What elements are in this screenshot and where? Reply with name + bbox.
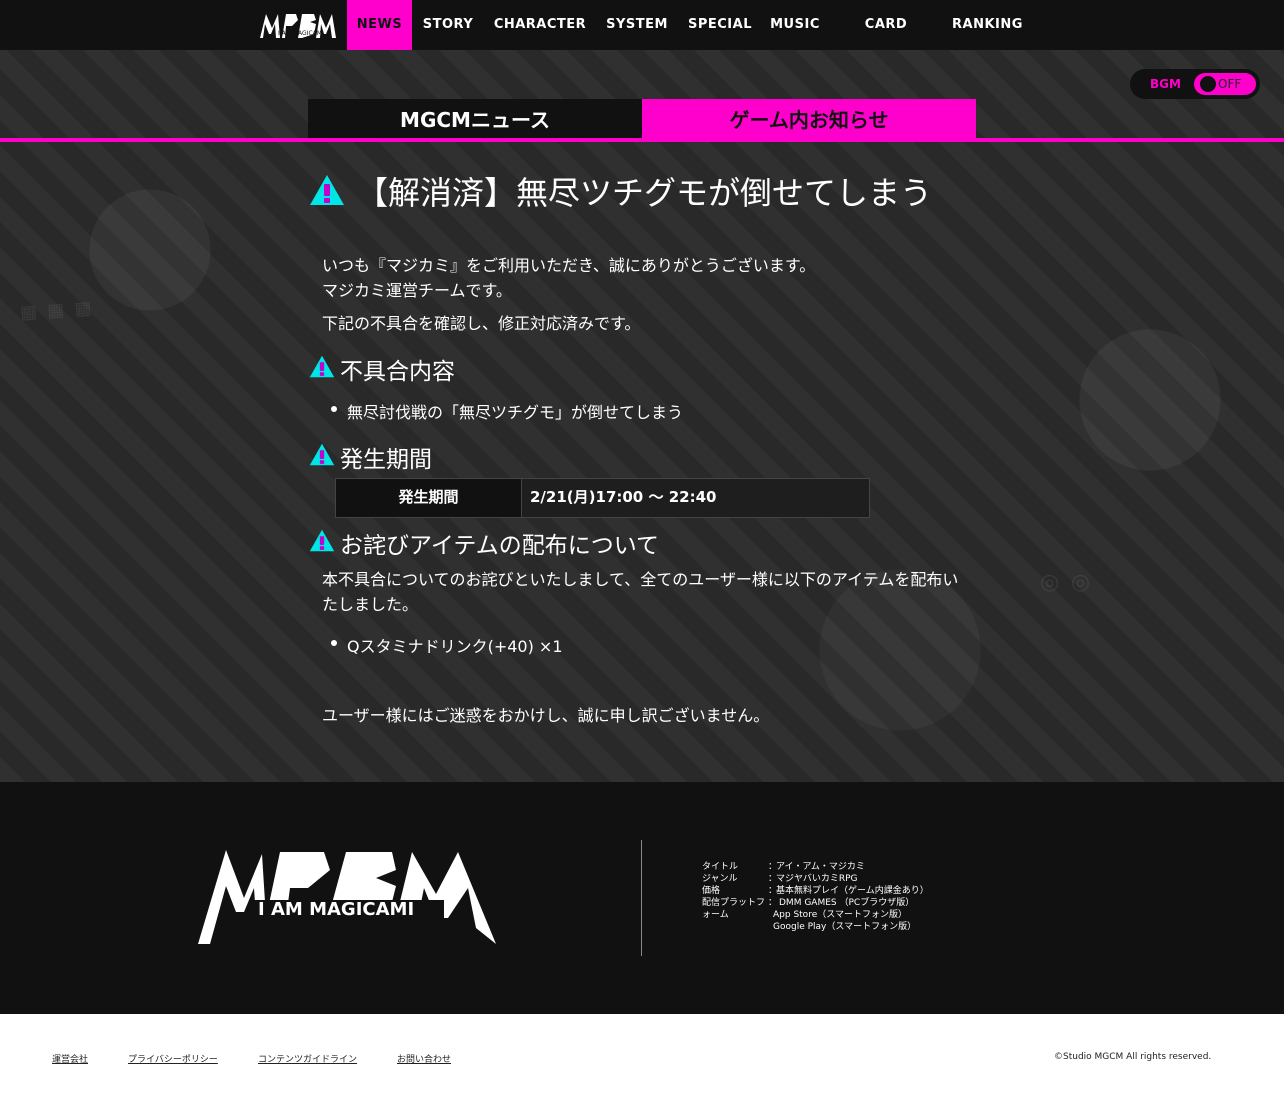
bgm-state: OFF — [1218, 77, 1242, 91]
link-contact[interactable]: お問い合わせ — [397, 1052, 451, 1065]
period-table: 発生期間 2/21(月)17:00 ～ 22:40 — [335, 478, 870, 518]
link-privacy-policy[interactable]: プライバシーポリシー — [128, 1052, 218, 1065]
footer-logo-text: I AM MAGICAMI — [258, 899, 414, 920]
warning-icon — [309, 355, 335, 378]
warning-icon — [310, 175, 344, 205]
nav-music[interactable]: MUSIC — [770, 0, 820, 50]
article-title: 【解消済】無尽ツチグモが倒せてしまう — [356, 174, 933, 212]
nav-ranking[interactable]: RANKING — [952, 0, 1022, 50]
bg-decoration: ▦ ▦ ▦ — [19, 297, 95, 324]
footer-logo: I AM MAGICAMI — [198, 850, 496, 944]
nav-character[interactable]: CHARACTER — [492, 0, 588, 50]
intro-text: いつも『マジカミ』をご利用いただき、誠にありがとうございます。 — [322, 256, 816, 275]
site-logo[interactable]: I AM MAGICAMI — [258, 10, 338, 40]
footer-divider — [641, 840, 642, 956]
bg-decoration: ◎ ◎ — [1040, 570, 1093, 595]
top-nav: I AM MAGICAMI NEWS STORY CHARACTER SYSTE… — [0, 0, 1284, 82]
section-heading: お詫びアイテムの配布について — [340, 533, 660, 559]
main-content: ▦ ▦ ▦ ◎ ◎ BGM OFF MGCMニュース ゲーム内お知らせ 【解消済… — [0, 50, 1284, 782]
sub-footer: 運営会社 プライバシーポリシー コンテンツガイドライン お問い合わせ ©Stud… — [0, 1014, 1284, 1104]
bgm-knob — [1200, 76, 1216, 92]
section-heading: 不具合内容 — [340, 359, 455, 385]
logo-small-text: I AM MAGICAMI — [278, 30, 324, 37]
list-item: Qスタミナドリンク(+40) ×1 — [347, 637, 563, 656]
list-bullet — [331, 406, 337, 412]
section-heading: 発生期間 — [340, 447, 432, 473]
bgm-switch[interactable]: OFF — [1194, 73, 1256, 95]
bgm-toggle[interactable]: BGM OFF — [1130, 69, 1260, 99]
nav-story[interactable]: STORY — [419, 0, 477, 50]
nav-system[interactable]: SYSTEM — [605, 0, 669, 50]
period-value: 2/21(月)17:00 ～ 22:40 — [522, 479, 869, 517]
nav-news[interactable]: NEWS — [347, 0, 412, 50]
section-text: たしました。 — [322, 595, 419, 614]
list-bullet — [331, 640, 337, 646]
footer: I AM MAGICAMI タイトル：アイ・アム・マジカミ ジャンル：マジヤバい… — [0, 782, 1284, 1014]
tab-mgcm-news[interactable]: MGCMニュース — [308, 99, 642, 139]
nav-special[interactable]: SPECIAL — [686, 0, 754, 50]
warning-icon — [309, 529, 335, 552]
list-item: 無尽討伐戦の「無尽ツチグモ」が倒せてしまう — [347, 403, 684, 422]
link-content-guidelines[interactable]: コンテンツガイドライン — [258, 1052, 357, 1065]
intro-text: マジカミ運営チームです。 — [322, 281, 512, 300]
nav-card-maker[interactable]: CARD MAKER — [836, 0, 936, 82]
link-company[interactable]: 運営会社 — [52, 1052, 88, 1065]
section-text: 本不具合についてのお詫びといたしまして、全てのユーザー様に以下のアイテムを配布い — [322, 570, 959, 589]
period-label: 発生期間 — [336, 479, 522, 517]
intro-text: 下記の不具合を確認し、修正対応済みです。 — [322, 314, 641, 333]
bgm-label: BGM — [1150, 77, 1181, 91]
warning-icon — [309, 443, 335, 466]
copyright: ©Studio MGCM All rights reserved. — [1054, 1052, 1212, 1062]
closing-text: ユーザー様にはご迷惑をおかけし、誠に申し訳ございません。 — [322, 706, 770, 725]
tab-underline — [0, 138, 1284, 142]
tab-ingame-notice[interactable]: ゲーム内お知らせ — [642, 99, 976, 139]
